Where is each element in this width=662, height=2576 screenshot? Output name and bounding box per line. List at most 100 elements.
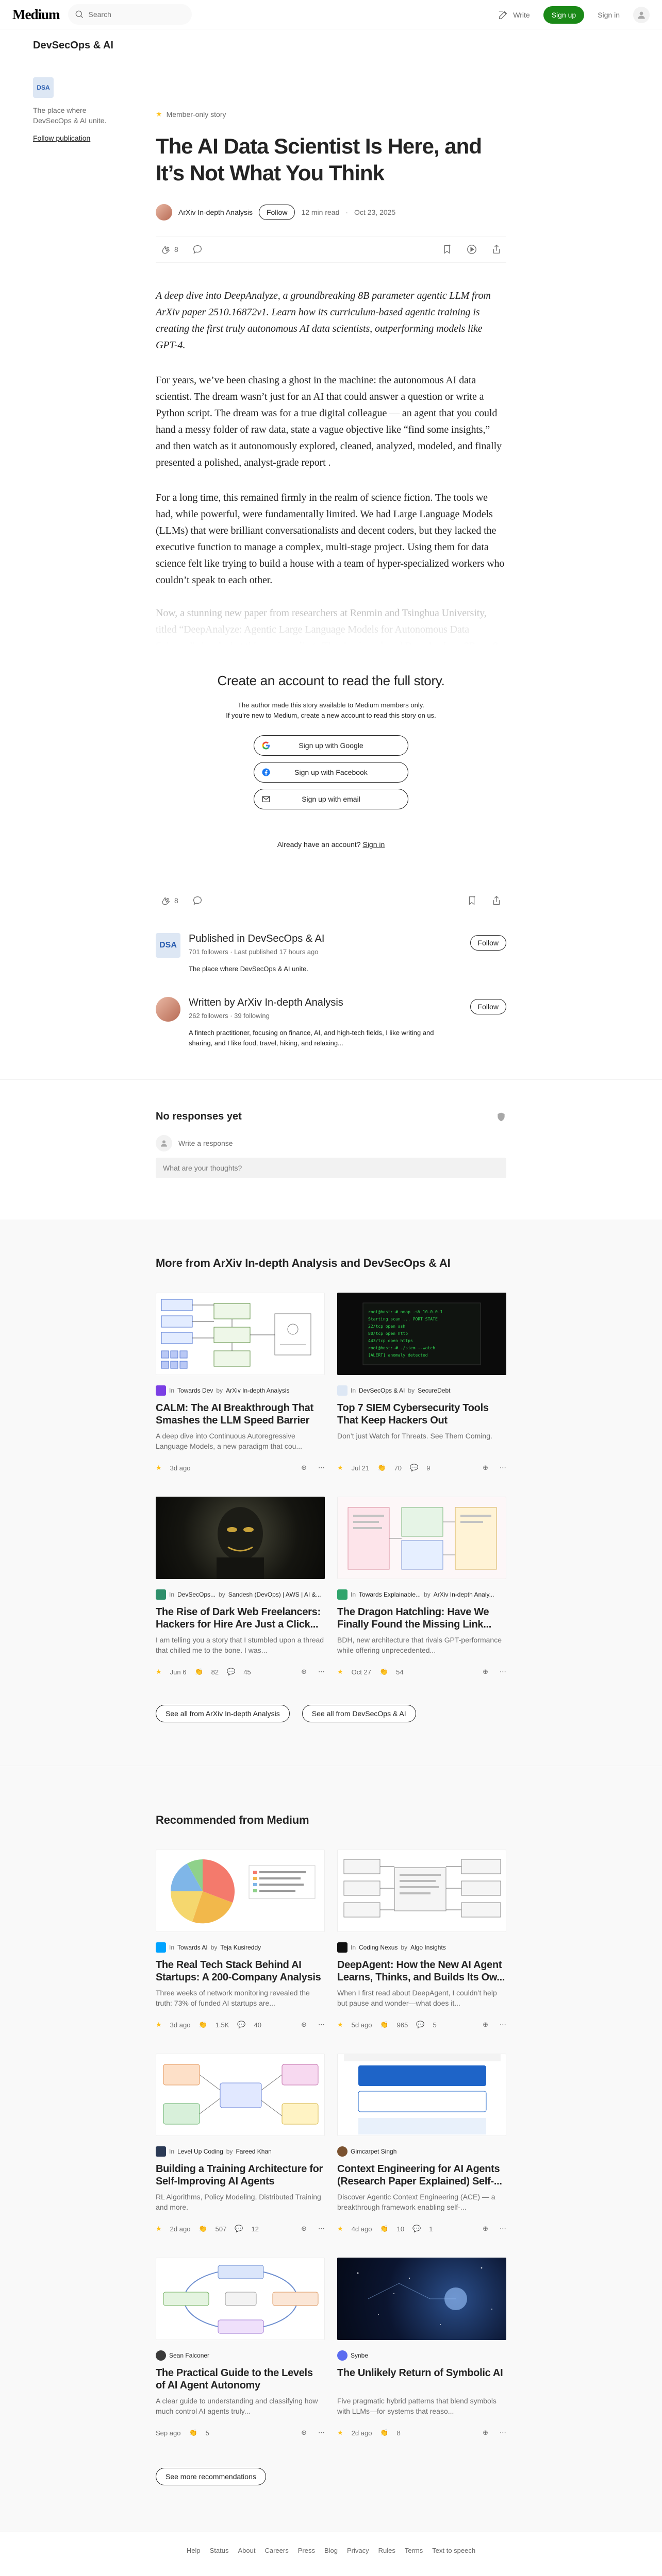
more-icon[interactable]: ⋯ [318, 1668, 325, 1676]
story-publication[interactable]: DevSecOps... [177, 1591, 216, 1598]
story-card[interactable]: In Towards Explainable... by ArXiv In-depth… [337, 1497, 506, 1676]
story-title[interactable]: The Practical Guide to the Levels of AI … [156, 2367, 325, 2392]
author-avatar-large[interactable] [156, 997, 180, 1022]
medium-logo[interactable]: Medium [12, 7, 60, 23]
story-title[interactable]: The Dragon Hatchling: Have We Finally Fo… [337, 1606, 506, 1631]
author-avatar[interactable] [156, 204, 172, 221]
comment-icon[interactable] [192, 895, 203, 906]
bookmark-icon[interactable]: ⊕ [301, 1668, 307, 1676]
share-icon[interactable] [491, 895, 502, 906]
footer-link-status[interactable]: Status [210, 2547, 229, 2554]
sign-in-link[interactable]: Sign in [598, 11, 620, 19]
story-thumbnail[interactable] [156, 2054, 325, 2136]
write-button[interactable]: Write [498, 9, 530, 21]
story-thumbnail[interactable] [156, 2258, 325, 2340]
more-icon[interactable]: ⋯ [318, 2429, 325, 2437]
see-all-author-button[interactable]: See all from ArXiv In-depth Analysis [156, 1705, 290, 1722]
story-thumbnail[interactable] [337, 1850, 506, 1932]
search-box[interactable] [68, 4, 192, 25]
published-in-title[interactable]: Published in DevSecOps & AI [189, 933, 446, 945]
publication-logo[interactable]: DSA [33, 77, 54, 98]
story-card[interactable]: In Coding Nexus by Algo Insights DeepAgent:… [337, 1850, 506, 2029]
bookmark-icon[interactable] [466, 895, 477, 906]
bookmark-icon[interactable]: ⊕ [301, 1464, 307, 1472]
publication-header[interactable]: DevSecOps & AI [0, 29, 662, 62]
bookmark-icon[interactable]: ⊕ [483, 2225, 488, 2233]
more-icon[interactable]: ⋯ [318, 1464, 325, 1472]
response-input[interactable] [156, 1158, 506, 1178]
more-icon[interactable]: ⋯ [318, 2225, 325, 2233]
story-publication[interactable]: Towards AI [177, 1944, 208, 1951]
footer-link-about[interactable]: About [238, 2547, 256, 2554]
story-card[interactable]: Synbe The Unlikely Return of Symbolic AI… [337, 2258, 506, 2437]
see-all-publication-button[interactable]: See all from DevSecOps & AI [302, 1705, 416, 1722]
facebook-signup-button[interactable]: Sign up with Facebook [254, 762, 408, 783]
story-card[interactable]: In Towards AI by Teja Kusireddy The Real Te… [156, 1850, 325, 2029]
shield-icon[interactable] [496, 1112, 506, 1122]
comment-icon[interactable] [192, 244, 203, 255]
clap-button[interactable]: 8 [160, 244, 178, 255]
user-avatar-icon[interactable] [633, 6, 650, 23]
bottom-clap-button[interactable]: 8 [160, 895, 178, 906]
story-title[interactable]: Top 7 SIEM Cybersecurity Tools That Keep… [337, 1402, 506, 1427]
footer-link-blog[interactable]: Blog [324, 2547, 338, 2554]
story-title[interactable]: CALM: The AI Breakthrough That Smashes t… [156, 1402, 325, 1427]
more-icon[interactable]: ⋯ [500, 1464, 506, 1472]
story-card[interactable]: In Towards Dev by ArXiv In-depth Analysis C… [156, 1293, 325, 1472]
more-icon[interactable]: ⋯ [500, 1668, 506, 1676]
story-author[interactable]: Synbe [351, 2352, 368, 2359]
story-author[interactable]: Teja Kusireddy [220, 1944, 261, 1951]
story-publication[interactable]: Towards Explainable... [359, 1591, 421, 1598]
follow-publication-link[interactable]: Follow publication [33, 134, 115, 142]
story-thumbnail[interactable] [337, 2258, 506, 2340]
bookmark-icon[interactable]: ⊕ [483, 1668, 488, 1676]
story-title[interactable]: The Unlikely Return of Symbolic AI [337, 2367, 506, 2392]
story-author[interactable]: SecureDebt [418, 1387, 450, 1394]
story-author[interactable]: Sandesh (DevOps) | AWS | AI &... [228, 1591, 321, 1598]
story-title[interactable]: The Rise of Dark Web Freelancers: Hacker… [156, 1606, 325, 1631]
written-by-title[interactable]: Written by ArXiv In-depth Analysis [189, 997, 446, 1009]
see-more-recommendations-button[interactable]: See more recommendations [156, 2468, 266, 2485]
story-thumbnail[interactable] [156, 1293, 325, 1375]
more-icon[interactable]: ⋯ [318, 2021, 325, 2029]
bookmark-icon[interactable]: ⊕ [301, 2429, 307, 2437]
story-card[interactable]: root@host:~# nmap -sV 10.0.0.1 Starting s… [337, 1293, 506, 1472]
email-signup-button[interactable]: Sign up with email [254, 789, 408, 809]
story-thumbnail[interactable]: root@host:~# nmap -sV 10.0.0.1 Starting s… [337, 1293, 506, 1375]
footer-link-text-to-speech[interactable]: Text to speech [432, 2547, 475, 2554]
footer-link-privacy[interactable]: Privacy [347, 2547, 369, 2554]
story-thumbnail[interactable] [337, 2054, 506, 2136]
story-thumbnail[interactable] [156, 1497, 325, 1579]
story-author[interactable]: Algo Insights [410, 1944, 446, 1951]
follow-author-button[interactable]: Follow [258, 205, 295, 220]
story-title[interactable]: The Real Tech Stack Behind AI Startups: … [156, 1959, 325, 1984]
follow-author-button-bottom[interactable]: Follow [470, 999, 506, 1014]
listen-icon[interactable] [466, 244, 477, 255]
bookmark-icon[interactable]: ⊕ [483, 1464, 488, 1472]
story-author[interactable]: Fareed Khan [236, 2148, 271, 2155]
search-input[interactable] [88, 10, 181, 19]
bookmark-icon[interactable] [441, 244, 453, 255]
bookmark-icon[interactable]: ⊕ [301, 2225, 307, 2233]
story-card[interactable]: Gimcarpet Singh Context Engineering for … [337, 2054, 506, 2233]
share-icon[interactable] [491, 244, 502, 255]
footer-link-help[interactable]: Help [187, 2547, 201, 2554]
story-author[interactable]: ArXiv In-depth Analy... [434, 1591, 494, 1598]
story-publication[interactable]: Towards Dev [177, 1387, 213, 1394]
story-author[interactable]: ArXiv In-depth Analysis [226, 1387, 289, 1394]
story-publication[interactable]: Level Up Coding [177, 2148, 223, 2155]
paywall-sign-in-link[interactable]: Sign in [362, 840, 385, 849]
story-author[interactable]: Gimcarpet Singh [351, 2148, 396, 2155]
bookmark-icon[interactable]: ⊕ [301, 2021, 307, 2029]
story-publication[interactable]: Coding Nexus [359, 1944, 398, 1951]
story-card[interactable]: In DevSecOps... by Sandesh (DevOps) | AWS |… [156, 1497, 325, 1676]
story-author[interactable]: Sean Falconer [169, 2352, 209, 2359]
follow-publication-button[interactable]: Follow [470, 935, 506, 951]
more-icon[interactable]: ⋯ [500, 2225, 506, 2233]
sign-up-button[interactable]: Sign up [543, 6, 585, 24]
story-title[interactable]: Context Engineering for AI Agents (Resea… [337, 2163, 506, 2188]
bookmark-icon[interactable]: ⊕ [483, 2021, 488, 2029]
bookmark-icon[interactable]: ⊕ [483, 2429, 488, 2437]
footer-link-rules[interactable]: Rules [378, 2547, 395, 2554]
google-signup-button[interactable]: Sign up with Google [254, 735, 408, 756]
